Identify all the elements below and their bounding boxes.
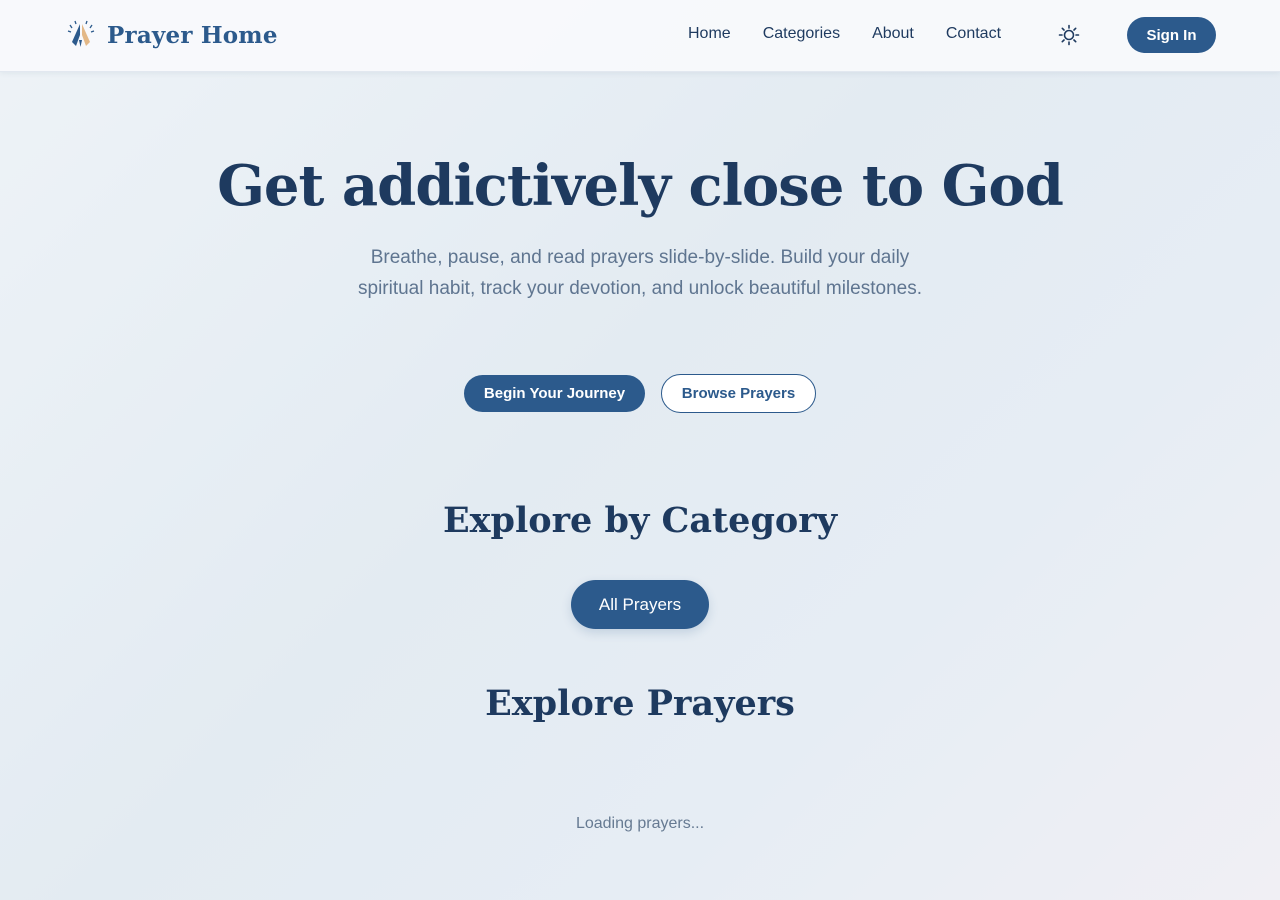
brand-logo-link[interactable]: Prayer Home	[66, 18, 278, 52]
category-section-title: Explore by Category	[442, 500, 838, 541]
loading-status: Loading prayers...	[575, 815, 705, 832]
hero-title: Get addictively close to God	[217, 153, 1064, 219]
nav-link-about[interactable]: About	[872, 24, 914, 44]
sign-in-button[interactable]: Sign In	[1127, 17, 1216, 53]
category-pill-all-prayers[interactable]: All Prayers	[571, 580, 709, 629]
begin-journey-button[interactable]: Begin Your Journey	[464, 375, 645, 412]
nav-link-contact[interactable]: Contact	[946, 24, 1001, 44]
nav-link-home[interactable]: Home	[688, 24, 731, 44]
browse-prayers-button[interactable]: Browse Prayers	[661, 374, 816, 413]
sun-icon[interactable]	[1058, 24, 1080, 46]
top-navigation-bar: Prayer Home Home Categories About Contac…	[0, 0, 1280, 72]
prayers-section-title: Explore Prayers	[485, 683, 795, 724]
praying-hands-icon	[66, 20, 96, 50]
hero-subtitle: Breathe, pause, and read prayers slide-b…	[358, 247, 922, 299]
main-nav: Home Categories About Contact	[688, 24, 1033, 44]
brand-name: Prayer Home	[107, 21, 278, 49]
nav-link-categories[interactable]: Categories	[763, 24, 840, 44]
